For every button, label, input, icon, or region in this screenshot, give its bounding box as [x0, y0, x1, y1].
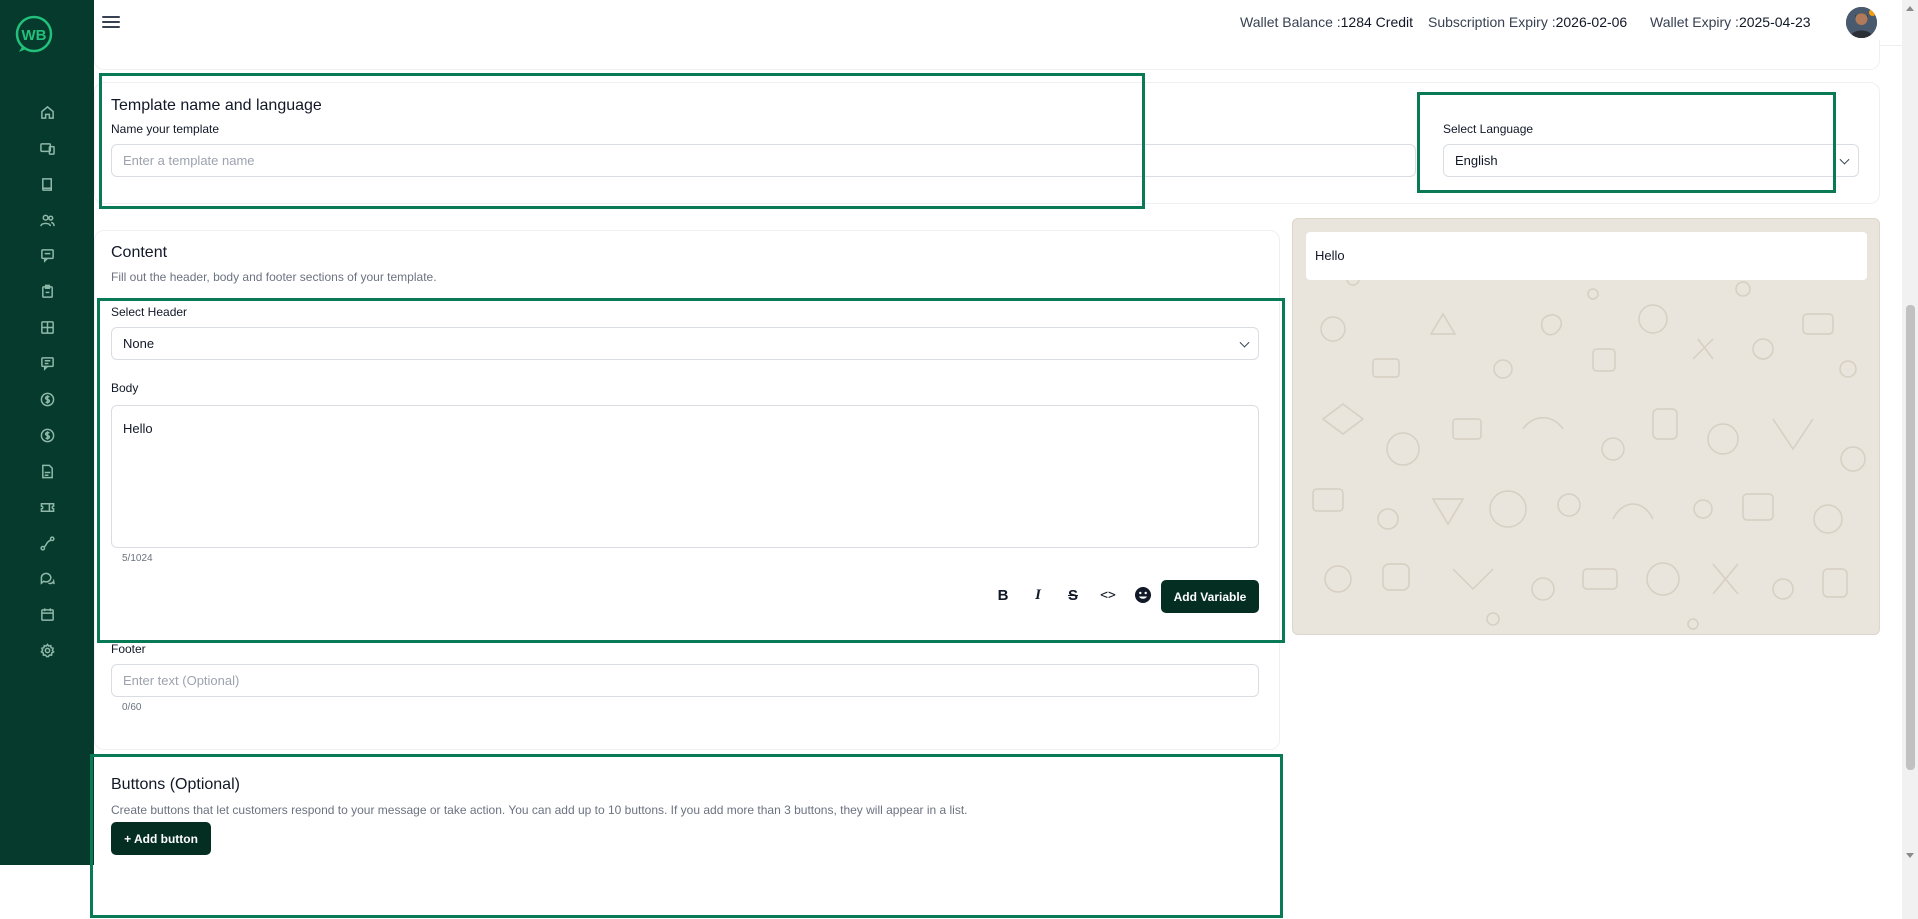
template-name-input[interactable]: Enter a template name: [111, 144, 1416, 177]
footer-input[interactable]: Enter text (Optional): [111, 664, 1259, 697]
language-value: English: [1455, 153, 1498, 168]
footer-placeholder: Enter text (Optional): [123, 673, 240, 688]
notification-dot: [1869, 9, 1876, 16]
italic-icon: I: [1035, 586, 1041, 603]
chat-wallpaper: [1312, 272, 1866, 630]
buttons-description: Create buttons that let customers respon…: [111, 803, 968, 817]
avatar[interactable]: [1846, 7, 1877, 38]
settings-icon[interactable]: [36, 639, 58, 661]
wallet-balance-label: Wallet Balance :: [1240, 14, 1341, 30]
scroll-up-arrow-icon[interactable]: [1906, 6, 1914, 11]
wallet-expiry-label: Wallet Expiry :: [1650, 14, 1739, 30]
sidebar: WB: [0, 0, 94, 865]
body-textarea[interactable]: Hello: [111, 405, 1259, 548]
content-subtitle: Fill out the header, body and footer sec…: [111, 270, 437, 284]
footer-label: Footer: [111, 642, 146, 656]
devices-icon[interactable]: [36, 137, 58, 159]
add-variable-label: Add Variable: [1173, 589, 1247, 604]
ticket-icon[interactable]: [36, 496, 58, 518]
home-icon[interactable]: [36, 101, 58, 123]
strikethrough-icon: S: [1067, 586, 1078, 604]
chat-icon[interactable]: [36, 352, 58, 374]
header-select-value: None: [123, 336, 155, 351]
book-icon[interactable]: [36, 173, 58, 195]
select-header-label: Select Header: [111, 305, 188, 319]
dollar-icon[interactable]: [36, 388, 58, 410]
svg-text:WB: WB: [22, 27, 47, 44]
users-icon[interactable]: [36, 209, 58, 231]
code-icon: <>: [1100, 587, 1116, 603]
highlight-box-buttons: [90, 754, 1283, 918]
add-button-label: + Add button: [124, 831, 198, 846]
language-select[interactable]: English: [1443, 144, 1859, 177]
subscription-expiry-value: 2026-02-06: [1555, 14, 1628, 30]
body-label: Body: [111, 381, 139, 395]
chats-icon[interactable]: [36, 567, 58, 589]
language-label: Select Language: [1443, 122, 1534, 136]
emoji-icon: [1135, 587, 1151, 603]
bold-button[interactable]: B: [992, 584, 1014, 606]
body-text: Hello: [123, 421, 153, 436]
bold-icon: B: [997, 586, 1009, 604]
pdf-icon[interactable]: [36, 460, 58, 482]
emoji-button[interactable]: [1132, 584, 1154, 606]
wallet-balance-value: 1284 Credit: [1340, 14, 1414, 30]
preview-message-text: Hello: [1315, 248, 1345, 263]
footer-char-count: 0/60: [122, 702, 142, 713]
dollar-circle-icon[interactable]: [36, 424, 58, 446]
subscription-expiry-label: Subscription Expiry :: [1428, 14, 1556, 30]
chevron-down-icon: [1239, 337, 1250, 348]
template-name-placeholder: Enter a template name: [123, 153, 255, 168]
preview-message-bubble: Hello: [1306, 232, 1867, 280]
calendar-icon[interactable]: [36, 603, 58, 625]
template-name-card: [94, 82, 1880, 204]
menu-icon[interactable]: [102, 13, 120, 31]
subscription-expiry: Subscription Expiry :2026-02-06: [1428, 14, 1627, 30]
wallet-expiry: Wallet Expiry :2025-04-23: [1650, 14, 1811, 30]
wallet-balance: Wallet Balance :1284 Credit: [1240, 14, 1413, 30]
content-title: Content: [111, 244, 168, 261]
scroll-down-arrow-icon[interactable]: [1906, 853, 1914, 858]
header-select[interactable]: None: [111, 327, 1259, 360]
previous-card: [94, 40, 1880, 70]
message-icon[interactable]: [36, 244, 58, 266]
strikethrough-button[interactable]: S: [1062, 584, 1084, 606]
scrollbar-thumb[interactable]: [1906, 305, 1915, 770]
buttons-title: Buttons (Optional): [111, 776, 240, 793]
template-section-title: Template name and language: [111, 97, 322, 114]
template-name-label: Name your template: [111, 122, 220, 136]
clipboard-icon[interactable]: [36, 280, 58, 302]
page-scrollbar[interactable]: [1902, 0, 1918, 919]
add-button-button[interactable]: + Add button: [111, 822, 211, 855]
chevron-down-icon: [1839, 154, 1850, 165]
code-button[interactable]: <>: [1097, 584, 1119, 606]
message-preview: Hello: [1292, 218, 1880, 635]
app-logo[interactable]: WB: [14, 14, 54, 54]
italic-button[interactable]: I: [1027, 584, 1049, 606]
wallet-expiry-value: 2025-04-23: [1738, 14, 1811, 30]
add-variable-button[interactable]: Add Variable: [1161, 580, 1259, 613]
grid-icon[interactable]: [36, 316, 58, 338]
flow-icon[interactable]: [36, 532, 58, 554]
body-char-count: 5/1024: [122, 553, 153, 564]
